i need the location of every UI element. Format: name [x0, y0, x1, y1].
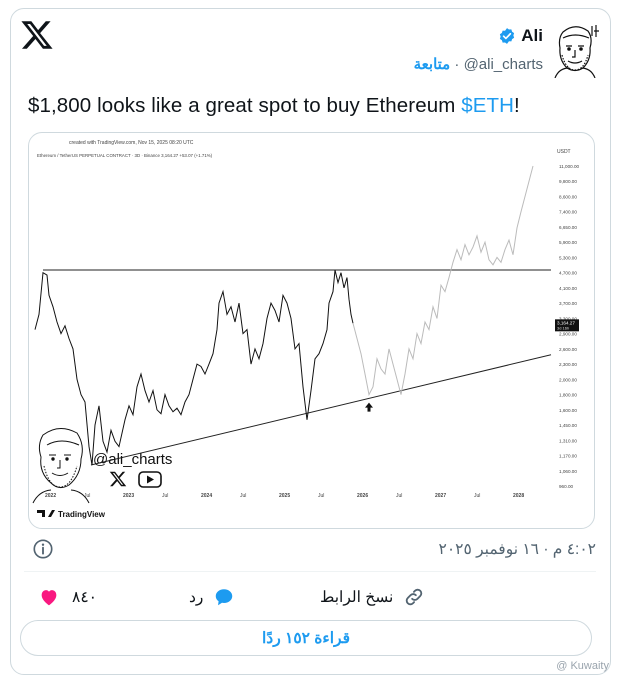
like-button[interactable]: ٨٤٠ — [38, 582, 97, 612]
tradingview-brand: TradingView — [58, 510, 106, 519]
time-tick-label: Jul — [318, 493, 324, 499]
reply-button[interactable]: رد — [189, 582, 235, 612]
price-tick-label: 960.00 — [559, 484, 573, 489]
price-tick-label: 2,000.00 — [559, 377, 577, 382]
time-tick-label: 2025 — [279, 493, 290, 499]
copy-link-button[interactable]: نسخ الرابط — [320, 582, 425, 612]
x-logo-icon[interactable] — [20, 18, 54, 52]
price-tick-label: 2,300.00 — [559, 362, 577, 367]
price-tick-label: 5,900.00 — [559, 240, 577, 245]
image-watermark: @ Kuwaity — [556, 660, 609, 672]
chart-watermark-handle: @ali_charts — [93, 451, 172, 468]
price-tick-label: 11,000.00 — [559, 164, 580, 169]
chart-currency: USDT — [557, 149, 571, 155]
time-tick-label: Jul — [474, 493, 480, 499]
price-tick-label: 1,170.00 — [559, 454, 577, 459]
time-tick-label: 2028 — [513, 493, 524, 499]
youtube-icon — [138, 471, 162, 488]
heart-icon — [41, 590, 57, 606]
price-tick-label: 2,900.00 — [559, 332, 577, 337]
tweet-timestamp[interactable]: ٤:٠٢ م · ١٦ نوفمبر ٢٠٢٥ — [439, 540, 597, 559]
tradingview-logo: TradingView — [37, 510, 106, 519]
author-sketch-icon — [32, 428, 90, 504]
time-tick-label: 2023 — [123, 493, 134, 499]
price-tick-label: 4,700.00 — [559, 271, 577, 276]
time-tick-label: Jul — [162, 493, 168, 499]
price-tick-label: 1,060.00 — [559, 469, 577, 474]
price-tick-label: 1,450.00 — [559, 423, 577, 428]
time-tick-label: 2024 — [201, 493, 212, 499]
divider — [24, 571, 596, 572]
time-tick-label: 2022 — [45, 493, 56, 499]
current-price-countdown: 3d 16h — [557, 325, 569, 330]
price-tick-label: 9,800.00 — [559, 179, 577, 184]
target-arrow-icon — [365, 402, 373, 412]
time-tick-label: 2026 — [357, 493, 368, 499]
chart-symbol-line: Ethereum / TetherUS PERPETUAL CONTRACT ·… — [37, 153, 213, 158]
price-tick-label: 8,600.00 — [559, 194, 577, 199]
read-replies-label: قراءة ١٥٢ ردًا — [262, 629, 350, 647]
price-tick-label: 2,600.00 — [559, 347, 577, 352]
time-axis: 2022 Jul 2023 Jul 2024 Jul 2025 Jul 2026 Jul 2027 J… — [45, 493, 524, 499]
read-replies-button[interactable]: قراءة ١٥٢ ردًا — [20, 620, 592, 656]
link-icon — [406, 588, 423, 606]
tweet-text-end: ! — [514, 94, 520, 117]
follow-button[interactable]: متابعة — [414, 56, 451, 73]
tweet-meta: ٤:٠٢ م · ١٦ نوفمبر ٢٠٢٥ — [24, 534, 596, 564]
time-tick-label: 2027 — [435, 493, 446, 499]
reply-bubble-icon — [216, 589, 233, 606]
avatar[interactable] — [549, 22, 601, 78]
author-handle[interactable]: @ali_charts — [464, 56, 543, 73]
info-icon[interactable] — [32, 538, 54, 560]
price-tick-label: 6,650.00 — [559, 225, 577, 230]
copy-link-label: نسخ الرابط — [320, 588, 394, 606]
price-tick-label: 7,400.00 — [559, 210, 577, 215]
price-tick-label: 5,300.00 — [559, 255, 577, 260]
price-tick-label: 1,600.00 — [559, 408, 577, 413]
time-tick-label: Jul — [240, 493, 246, 499]
price-tick-label: 4,100.00 — [559, 286, 577, 291]
author-block[interactable]: Ali متابعة · @ali_charts — [414, 22, 601, 82]
like-count: ٨٤٠ — [72, 588, 97, 606]
time-tick-label: Jul — [84, 493, 90, 499]
reply-label: رد — [189, 588, 204, 606]
eth-cashtag-link[interactable]: $ETH — [461, 94, 514, 117]
author-name[interactable]: Ali — [521, 26, 543, 46]
chart-created-with: created with TradingView.com, Nov 15, 20… — [69, 140, 194, 146]
verified-badge-icon — [500, 28, 515, 44]
price-tick-label: 1,800.00 — [559, 393, 577, 398]
x-small-icon — [109, 471, 127, 487]
current-price-tag: 3,164.27 3d 16h — [555, 319, 579, 332]
price-chart: created with TradingView.com, Nov 15, 20… — [32, 140, 580, 519]
support-line — [90, 354, 552, 466]
tweet-text-main: $1,800 looks like a great spot to buy Et… — [28, 94, 462, 117]
eth-price-projection-line — [352, 165, 534, 397]
action-bar: ٨٤٠ رد نسخ الرابط — [24, 582, 596, 614]
chart-image[interactable]: created with TradingView.com, Nov 15, 20… — [28, 132, 595, 529]
separator-dot: · — [454, 56, 460, 73]
price-tick-label: 1,310.00 — [559, 438, 577, 443]
price-tick-label: 3,700.00 — [559, 301, 577, 306]
eth-price-history-line — [34, 269, 354, 466]
time-tick-label: Jul — [396, 493, 402, 499]
tweet-text: $1,800 looks like a great spot to buy Et… — [28, 94, 520, 118]
